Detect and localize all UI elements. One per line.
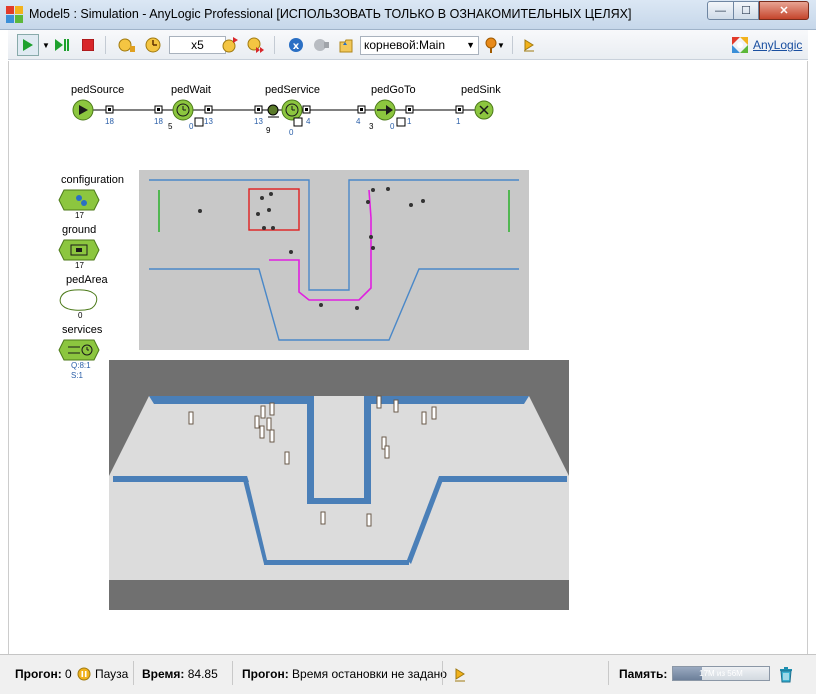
pedGoTo-out-count: 1 (407, 117, 412, 126)
status-divider (442, 661, 443, 685)
run2-label: Прогон: (242, 667, 289, 681)
status-bar: Прогон: 0 Пауза Время: 84.85 Прогон: Вре… (0, 654, 816, 694)
model-canvas[interactable]: pedSource 18 pedWait 18 5 0 13 pedServic… (8, 61, 808, 654)
ground-count: 17 (75, 261, 84, 270)
status-divider (133, 661, 134, 685)
pedService-block[interactable] (254, 99, 311, 127)
time-value: 84.85 (187, 667, 218, 681)
pedGoTo-block[interactable] (357, 99, 414, 127)
pedArea-object[interactable] (58, 289, 100, 311)
pedService-count: 9 (266, 126, 271, 135)
home-icon[interactable] (337, 36, 355, 54)
pedWait-label: pedWait (171, 84, 211, 96)
camera-icon[interactable] (312, 36, 330, 54)
pedSink-block[interactable] (455, 100, 494, 120)
maximize-button[interactable]: ☐ (733, 1, 759, 20)
anylogic-logo-icon (732, 37, 748, 53)
toolbar-divider (512, 36, 513, 54)
speed-field[interactable]: x5 (169, 36, 226, 54)
expand-icon[interactable] (454, 668, 466, 682)
ground-object[interactable] (58, 239, 100, 261)
pedGoTo-label: pedGoTo (371, 84, 416, 96)
context-selector-value: корневой:Main (364, 38, 445, 52)
trash-icon[interactable] (779, 666, 793, 683)
pedService-in-count: 13 (254, 117, 263, 126)
run-status: Прогон: 0 (15, 667, 72, 681)
services-service-stat: S:1 (71, 371, 84, 380)
stop-time-value: Время остановки не задано (292, 667, 447, 681)
status-divider (608, 661, 609, 685)
toolbar-divider (105, 36, 106, 54)
pause-icon (77, 667, 91, 681)
fast-forward-icon[interactable] (247, 36, 265, 54)
process-flowchart (72, 99, 494, 127)
pedArea-label: pedArea (66, 274, 108, 286)
floor-3d (109, 395, 569, 580)
ground-label: ground (62, 224, 97, 236)
chevron-down-icon: ▼ (466, 40, 475, 50)
title-bar: Model5 : Simulation - AnyLogic Professio… (0, 0, 816, 30)
context-selector[interactable]: корневой:Main ▼ (360, 36, 479, 55)
window-title: Model5 : Simulation - AnyLogic Professio… (29, 7, 632, 21)
run-value: 0 (65, 667, 72, 681)
run-menu-chevron-down-icon[interactable]: ▼ (41, 36, 51, 54)
simulation-toolbar: ▼ x5 x корневой:Main ▼ ▼ AnyLogic (8, 30, 808, 60)
pedSink-in-count: 1 (456, 117, 461, 126)
pedService-label: pedService (265, 84, 321, 96)
minimize-button[interactable]: — (707, 1, 734, 20)
pedGoTo-count: 3 (369, 122, 374, 131)
animation-2d-view[interactable] (139, 170, 529, 350)
animation-3d-view[interactable] (109, 360, 569, 610)
expand-icon[interactable] (520, 36, 538, 54)
time-status: Время: 84.85 (142, 667, 218, 681)
pedGoTo-in-count: 4 (356, 117, 361, 126)
svg-text:x: x (293, 41, 300, 52)
step-icon[interactable] (144, 36, 162, 54)
stop-icon[interactable] (79, 36, 97, 54)
pedWait-count: 5 (168, 122, 173, 131)
time-label: Время: (142, 667, 185, 681)
services-label: services (62, 324, 103, 336)
floor-plan-2d (149, 179, 519, 341)
service-area-rect[interactable] (248, 188, 300, 231)
status-divider (232, 661, 233, 685)
navigate-icon[interactable]: x (287, 36, 305, 54)
memory-status: Память: (619, 667, 667, 681)
pedService-ghost-count: 0 (289, 128, 294, 137)
configuration-object[interactable] (58, 189, 100, 211)
memory-text: 17M из 56M (699, 669, 743, 678)
walls-2d (149, 179, 519, 341)
toolbar-divider (274, 36, 275, 54)
run-label: Прогон: (15, 667, 62, 681)
pedArea-count: 0 (78, 311, 83, 320)
configuration-label: configuration (61, 174, 124, 186)
pedestrians-2d (198, 187, 425, 310)
pedWait-ghost-count: 0 (189, 122, 194, 131)
pedSource-out-count: 18 (105, 117, 114, 126)
pause-step-icon[interactable] (54, 36, 72, 54)
speed-up-icon[interactable] (221, 36, 239, 54)
memory-label: Память: (619, 667, 668, 681)
configuration-count: 17 (75, 211, 84, 220)
stop-time-status: Прогон: Время остановки не задано (242, 667, 447, 681)
services-queue-stat: Q:8:1 (71, 361, 91, 370)
pedWait-out-count: 13 (204, 117, 213, 126)
close-button[interactable]: ✕ (759, 1, 809, 20)
anylogic-brand-label: AnyLogic (753, 38, 803, 52)
pedSink-label: pedSink (461, 84, 501, 96)
anylogic-link[interactable]: AnyLogic (732, 37, 802, 53)
pedWait-in-count: 18 (154, 117, 163, 126)
anylogic-app-icon (6, 6, 23, 23)
pedestrian-path (269, 189, 372, 301)
run-state: Пауза (95, 667, 129, 681)
services-object[interactable] (58, 339, 100, 361)
pedGoTo-ghost-count: 0 (390, 122, 395, 131)
pedService-out-count: 4 (306, 117, 311, 126)
run-icon[interactable] (17, 34, 39, 56)
memory-bar: 17M из 56M (672, 666, 770, 681)
pedSource-label: pedSource (71, 84, 125, 96)
slow-down-icon[interactable] (118, 36, 136, 54)
pin-menu-chevron-down-icon[interactable]: ▼ (496, 36, 506, 54)
